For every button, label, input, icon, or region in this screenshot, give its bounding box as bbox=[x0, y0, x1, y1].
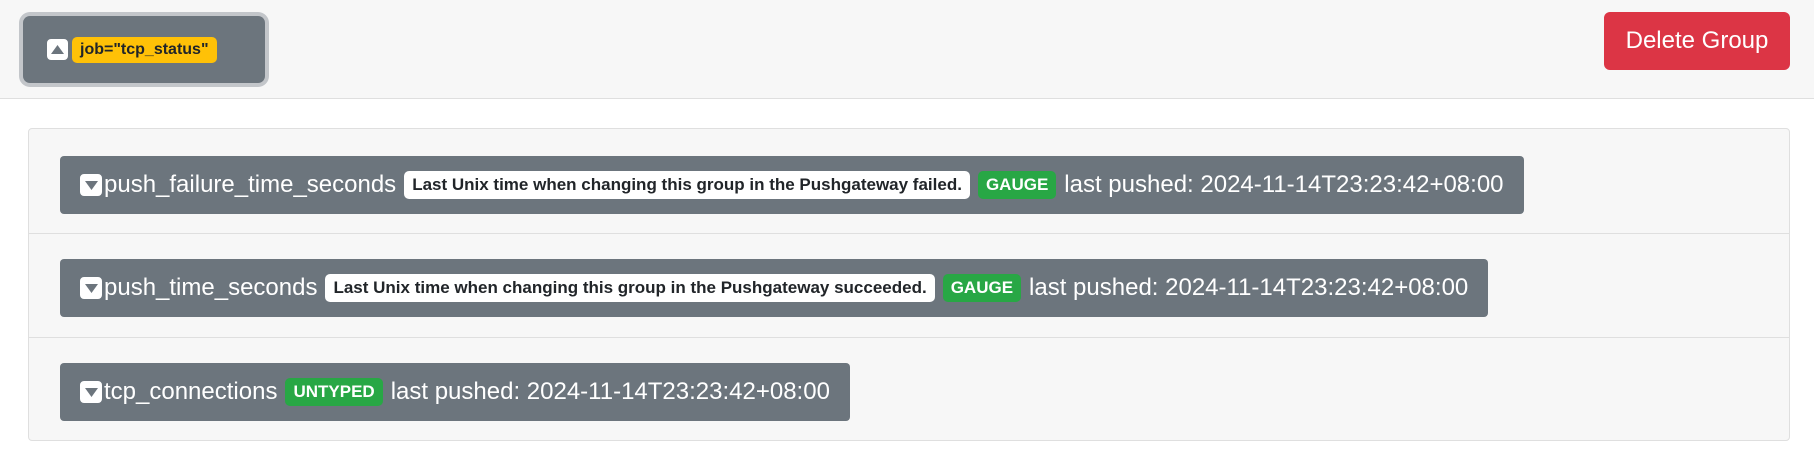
caret-down-square-icon bbox=[80, 381, 102, 403]
metric-row: tcp_connections UNTYPED last pushed: 202… bbox=[29, 337, 1789, 440]
last-pushed-text: last pushed: 2024-11-14T23:23:42+08:00 bbox=[1029, 274, 1469, 301]
last-pushed-text: last pushed: 2024-11-14T23:23:42+08:00 bbox=[390, 378, 830, 405]
metric-help-badge: Last Unix time when changing this group … bbox=[325, 274, 935, 302]
metric-row: push_failure_time_seconds Last Unix time… bbox=[29, 129, 1789, 233]
metric-toggle-tcp-connections[interactable]: tcp_connections UNTYPED last pushed: 202… bbox=[60, 363, 850, 421]
caret-up-square-icon bbox=[47, 39, 68, 60]
metric-row: push_time_seconds Last Unix time when ch… bbox=[29, 233, 1789, 337]
metric-name: push_failure_time_seconds bbox=[104, 171, 397, 198]
metric-toggle-push-failure-time-seconds[interactable]: push_failure_time_seconds Last Unix time… bbox=[60, 156, 1524, 214]
group-label-badge: job="tcp_status" bbox=[72, 36, 217, 63]
metric-help-badge: Last Unix time when changing this group … bbox=[404, 171, 970, 199]
delete-group-button[interactable]: Delete Group bbox=[1604, 12, 1790, 70]
metric-name: push_time_seconds bbox=[104, 274, 318, 301]
group-header: job="tcp_status" Delete Group bbox=[0, 0, 1814, 99]
last-pushed-text: last pushed: 2024-11-14T23:23:42+08:00 bbox=[1064, 171, 1504, 198]
metric-type-badge: UNTYPED bbox=[285, 378, 383, 406]
metric-type-badge: GAUGE bbox=[942, 274, 1022, 302]
metric-type-badge: GAUGE bbox=[977, 171, 1057, 199]
caret-down-square-icon bbox=[80, 174, 102, 196]
group-toggle-button[interactable]: job="tcp_status" bbox=[23, 16, 265, 83]
metric-toggle-push-time-seconds[interactable]: push_time_seconds Last Unix time when ch… bbox=[60, 259, 1489, 317]
caret-down-square-icon bbox=[80, 277, 102, 299]
metric-name: tcp_connections bbox=[104, 378, 278, 405]
metrics-card: push_failure_time_seconds Last Unix time… bbox=[28, 128, 1790, 441]
